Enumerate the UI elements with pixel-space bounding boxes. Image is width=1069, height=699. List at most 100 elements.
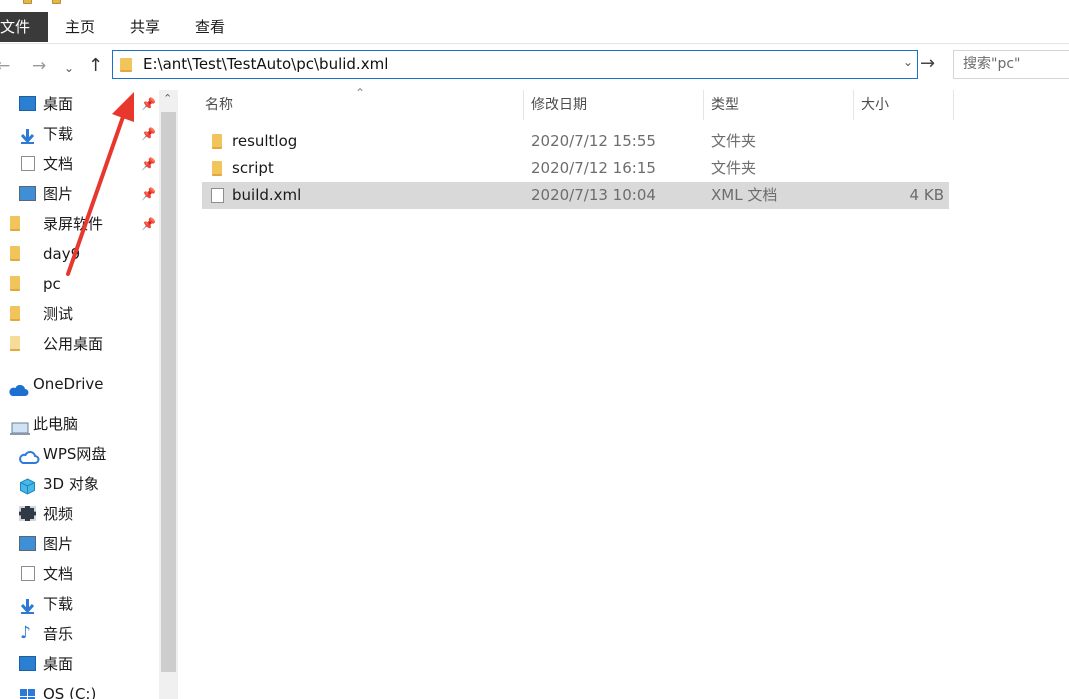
nav-item-label: 文档 xyxy=(43,155,74,173)
column-divider[interactable] xyxy=(703,90,704,120)
desktop-icon xyxy=(19,96,36,111)
up-button[interactable]: ↑ xyxy=(88,56,103,76)
pin-icon[interactable]: 📌 xyxy=(141,180,156,208)
nav-item-wps-drive[interactable]: WPS网盘 xyxy=(0,440,160,468)
nav-item-pictures-pc[interactable]: 图片 xyxy=(0,530,160,558)
nav-item-downloads[interactable]: 下载 📌 xyxy=(0,120,160,148)
file-type: 文件夹 xyxy=(711,159,757,177)
nav-item-label: 桌面 xyxy=(43,95,74,113)
nav-item-desktop[interactable]: 桌面 📌 xyxy=(0,90,160,118)
picture-icon xyxy=(19,186,36,201)
folder-icon xyxy=(10,276,20,291)
nav-item-downloads-pc[interactable]: 下载 xyxy=(0,590,160,618)
address-bar[interactable]: E:\ant\Test\TestAuto\pc\bulid.xml ⌄ xyxy=(112,50,918,79)
back-button[interactable]: ← xyxy=(0,56,10,76)
nav-item-label: 桌面 xyxy=(43,655,74,673)
quick-access-toolbar-icon[interactable] xyxy=(23,0,32,4)
nav-item-pc[interactable]: pc xyxy=(0,270,160,298)
search-placeholder: 搜索"pc" xyxy=(963,56,1021,72)
file-name: build.xml xyxy=(232,186,302,204)
recent-locations-button[interactable]: ⌄ xyxy=(64,58,74,78)
nav-item-public-desktop[interactable]: 公用桌面 xyxy=(0,330,160,358)
nav-item-test[interactable]: 测试 xyxy=(0,300,160,328)
scrollbar-thumb[interactable] xyxy=(161,112,176,672)
nav-item-3d-objects[interactable]: 3D 对象 xyxy=(0,470,160,498)
pin-icon[interactable]: 📌 xyxy=(141,150,156,178)
folder-icon xyxy=(212,134,222,149)
folder-icon xyxy=(10,306,20,321)
nav-item-this-pc[interactable]: 此电脑 xyxy=(0,410,160,438)
chevron-down-icon[interactable]: ⌄ xyxy=(903,55,913,69)
cloud-icon xyxy=(18,446,40,464)
column-header-size[interactable]: 大小 xyxy=(861,90,889,120)
video-icon xyxy=(19,506,36,521)
column-header-date[interactable]: 修改日期 xyxy=(531,90,587,120)
download-icon xyxy=(19,596,36,614)
document-icon xyxy=(21,156,35,171)
nav-item-music[interactable]: ♪ 音乐 xyxy=(0,620,160,648)
file-row-build-xml[interactable]: build.xml 2020/7/13 10:04 XML 文档 4 KB xyxy=(202,182,949,209)
file-row-script[interactable]: script 2020/7/12 16:15 文件夹 xyxy=(202,155,949,182)
nav-item-day9[interactable]: day9 xyxy=(0,240,160,268)
pin-icon[interactable]: 📌 xyxy=(141,210,156,238)
search-input[interactable]: 搜索"pc" xyxy=(953,50,1069,79)
file-icon xyxy=(211,188,224,203)
column-divider[interactable] xyxy=(523,90,524,120)
nav-item-label: 图片 xyxy=(43,535,74,553)
forward-button[interactable]: → xyxy=(32,56,46,76)
file-date: 2020/7/12 16:15 xyxy=(531,159,656,177)
nav-item-onedrive[interactable]: OneDrive xyxy=(0,370,160,398)
nav-item-label: 录屏软件 xyxy=(43,215,104,233)
folder-icon xyxy=(10,336,20,351)
tab-view[interactable]: 查看 xyxy=(195,12,225,42)
column-header-type[interactable]: 类型 xyxy=(711,90,739,120)
folder-icon xyxy=(52,0,61,4)
pin-icon[interactable]: 📌 xyxy=(141,120,156,148)
nav-item-label: pc xyxy=(43,275,61,293)
nav-item-pictures[interactable]: 图片 📌 xyxy=(0,180,160,208)
address-path[interactable]: E:\ant\Test\TestAuto\pc\bulid.xml xyxy=(143,51,388,78)
nav-item-label: day9 xyxy=(43,245,81,263)
nav-item-label: 音乐 xyxy=(43,625,74,643)
chevron-up-icon[interactable]: ⌃ xyxy=(163,92,172,105)
tab-label: 查看 xyxy=(195,18,226,36)
navigation-pane: 桌面 📌 下载 📌 文档 📌 图片 📌 录屏软件 📌 day9 pc 测试 公用… xyxy=(0,90,178,699)
column-label: 大小 xyxy=(861,97,889,113)
column-divider[interactable] xyxy=(953,90,954,120)
file-size: 4 KB xyxy=(909,186,944,204)
nav-item-documents-pc[interactable]: 文档 xyxy=(0,560,160,588)
computer-icon xyxy=(10,417,30,435)
nav-scrollbar[interactable]: ⌃ xyxy=(159,90,178,699)
nav-item-label: 图片 xyxy=(43,185,74,203)
pin-icon[interactable]: 📌 xyxy=(141,90,156,118)
nav-item-videos[interactable]: 视频 xyxy=(0,500,160,528)
column-divider[interactable] xyxy=(853,90,854,120)
tab-label: 文件 xyxy=(0,18,31,36)
cube-icon xyxy=(19,476,36,495)
title-bar xyxy=(0,0,1069,6)
nav-item-label: 此电脑 xyxy=(33,415,79,433)
picture-icon xyxy=(19,536,36,551)
tab-file[interactable]: 文件 xyxy=(0,12,48,42)
nav-item-documents[interactable]: 文档 📌 xyxy=(0,150,160,178)
column-header-name[interactable]: 名称 xyxy=(205,90,233,120)
tab-share[interactable]: 共享 xyxy=(130,12,160,42)
file-row-resultlog[interactable]: resultlog 2020/7/12 15:55 文件夹 xyxy=(202,128,949,155)
column-label: 修改日期 xyxy=(531,97,587,113)
cloud-icon xyxy=(7,378,29,396)
file-date: 2020/7/13 10:04 xyxy=(531,186,656,204)
file-name: script xyxy=(232,159,274,177)
tab-label: 共享 xyxy=(130,18,161,36)
nav-item-label: 文档 xyxy=(43,565,74,583)
nav-item-screen-recorder[interactable]: 录屏软件 📌 xyxy=(0,210,160,238)
folder-icon xyxy=(10,216,20,231)
nav-item-drive-c[interactable]: OS (C:) xyxy=(0,680,160,699)
drive-icon xyxy=(19,686,36,699)
file-list: ⌃ 名称 修改日期 类型 大小 resultlog 2020/7/12 15:5… xyxy=(178,86,1069,699)
column-label: 类型 xyxy=(711,97,739,113)
nav-item-label: 下载 xyxy=(43,125,74,143)
refresh-go-button[interactable]: → xyxy=(920,54,935,74)
nav-item-desktop-pc[interactable]: 桌面 xyxy=(0,650,160,678)
column-label: 名称 xyxy=(205,97,233,113)
tab-home[interactable]: 主页 xyxy=(65,12,95,42)
